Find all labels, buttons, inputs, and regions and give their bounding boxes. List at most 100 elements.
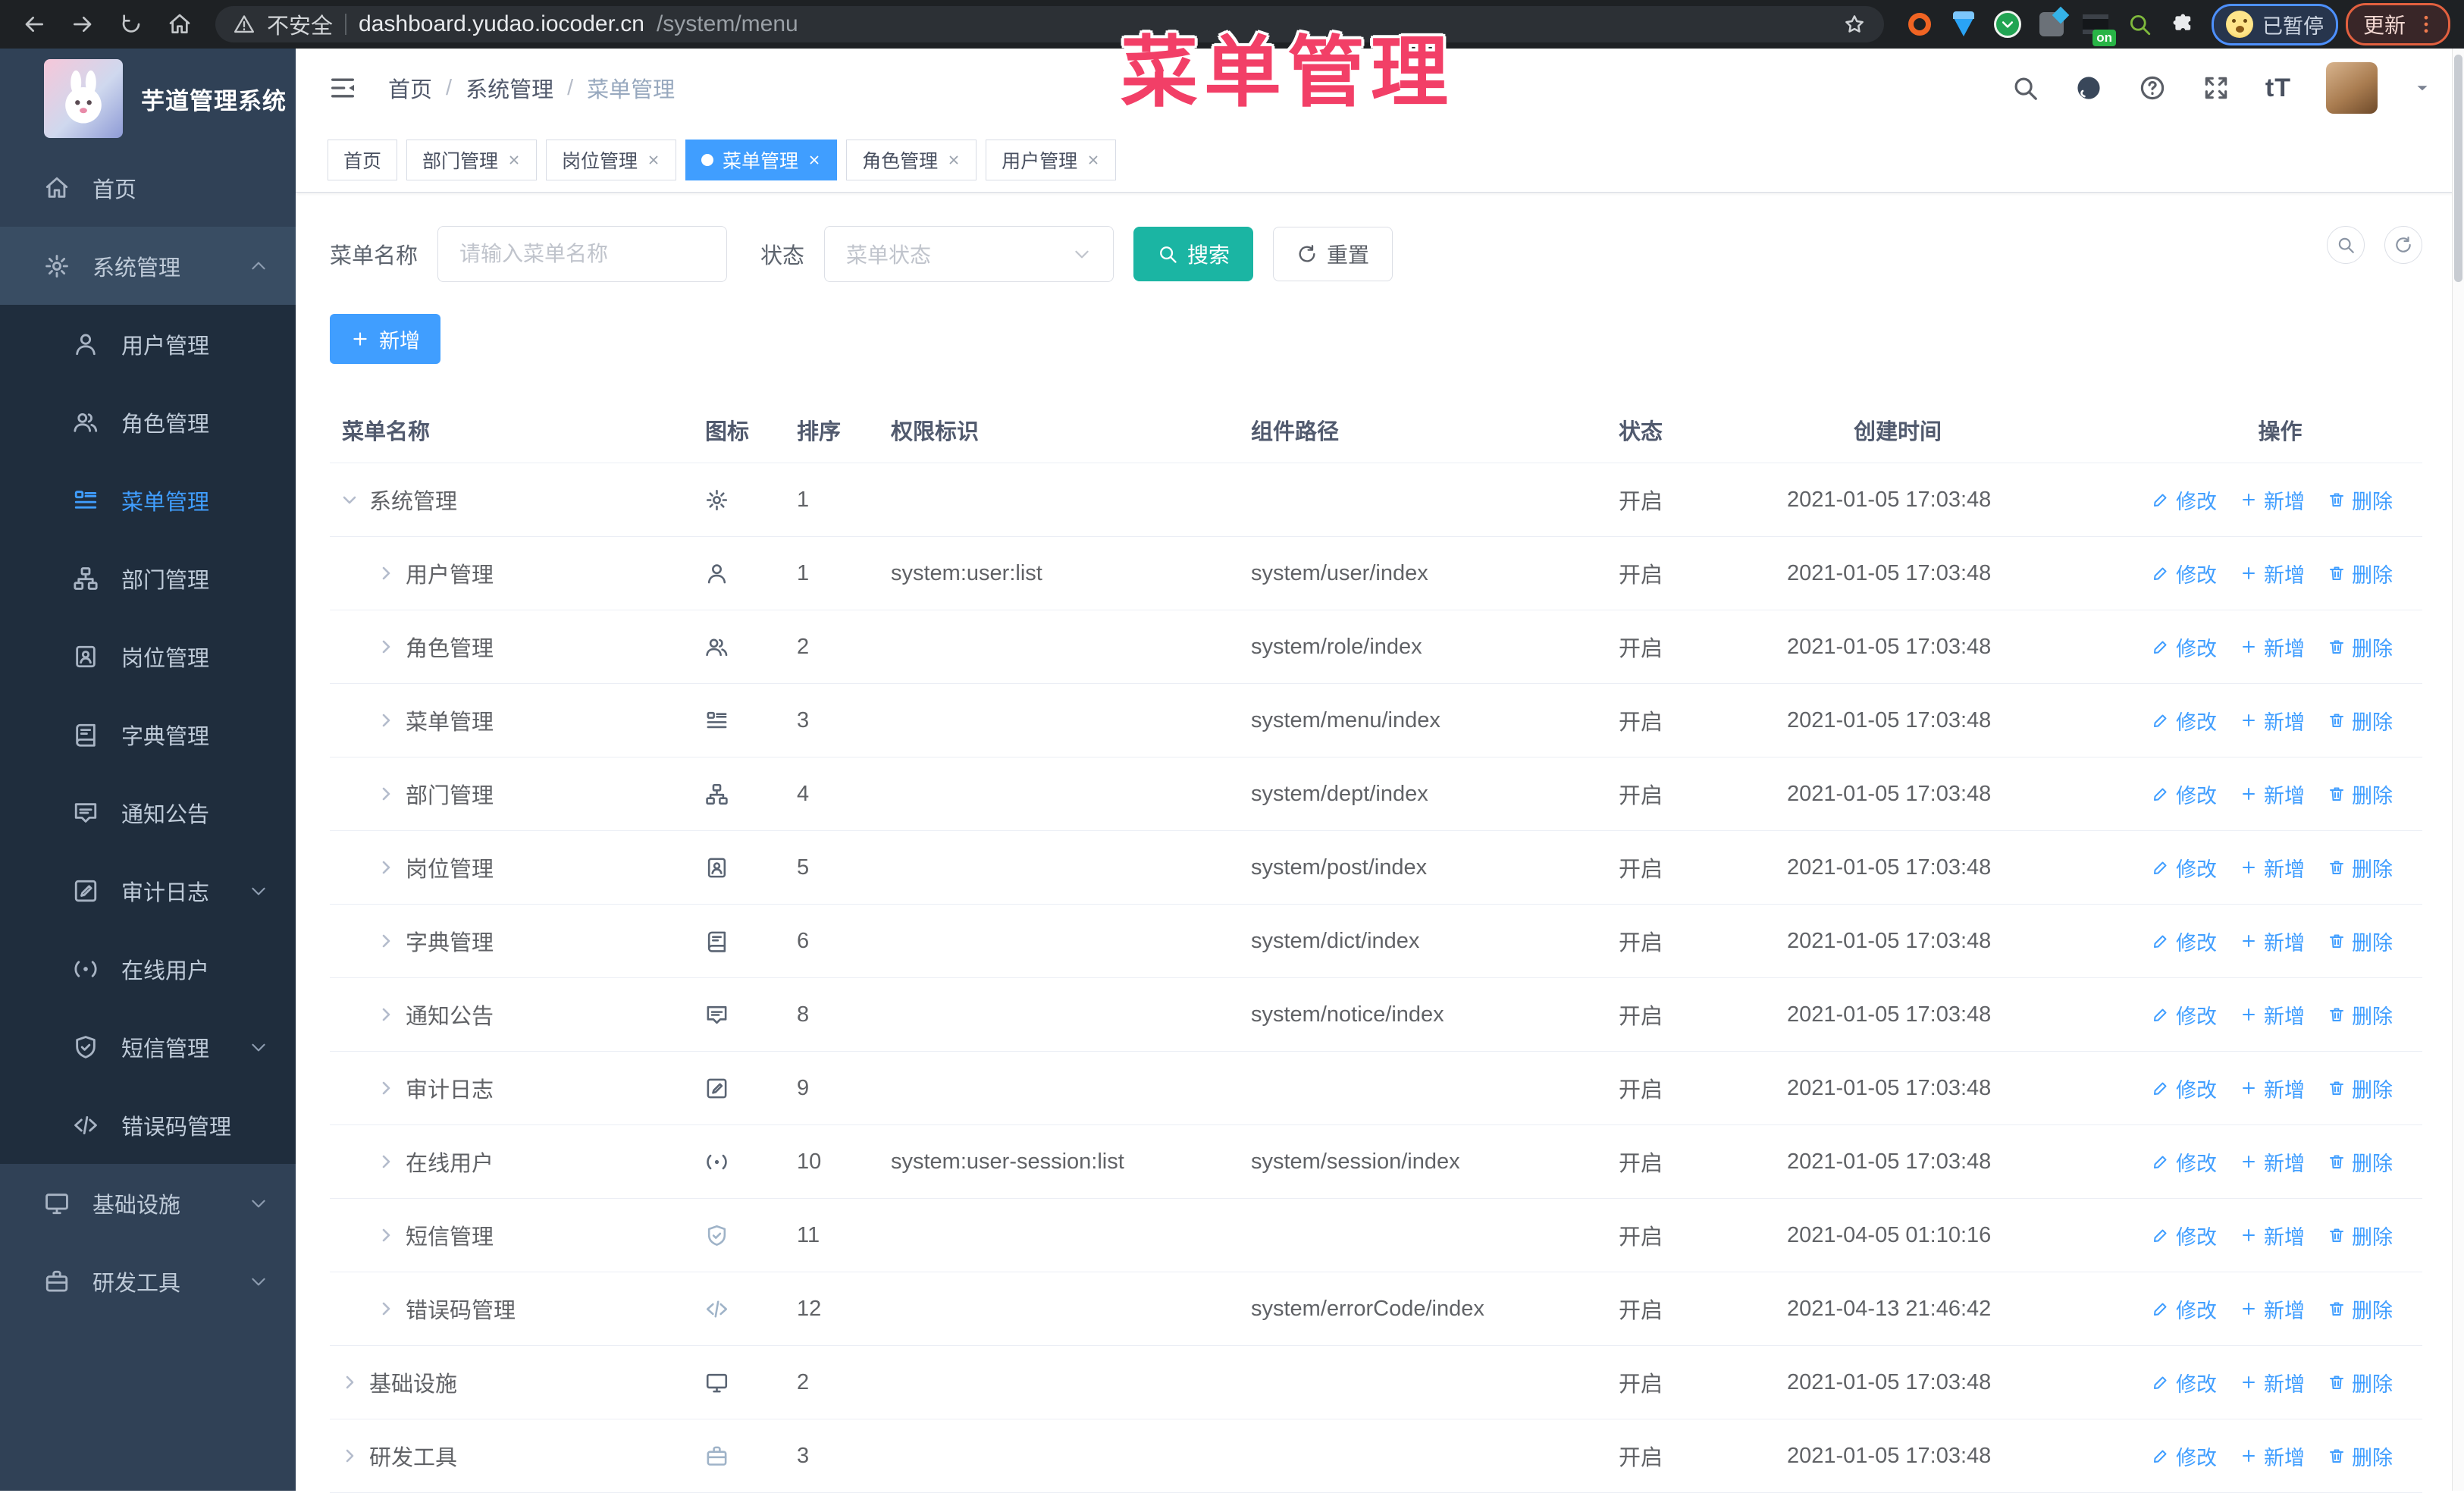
delete-link[interactable]: 删除 [2328,1147,2393,1177]
profile-paused-chip[interactable]: 已暂停 [2211,3,2338,45]
search-icon[interactable] [2011,74,2039,102]
close-icon[interactable] [647,153,660,167]
delete-link[interactable]: 删除 [2328,485,2393,515]
expand-row-icon[interactable] [340,1447,359,1465]
extension-green-key-icon[interactable] [2125,10,2154,39]
edit-link[interactable]: 修改 [2152,559,2217,588]
expand-row-icon[interactable] [377,932,395,950]
browser-update-button[interactable]: 更新 [2345,3,2450,45]
security-label[interactable]: 不安全 [267,8,333,40]
extensions-puzzle-icon[interactable] [2169,10,2198,39]
expand-row-icon[interactable] [377,638,395,656]
expand-row-icon[interactable] [377,1300,395,1318]
sidebar-item-dev-tools[interactable]: 研发工具 [0,1242,296,1320]
delete-link[interactable]: 删除 [2328,706,2393,736]
delete-link[interactable]: 删除 [2328,927,2393,956]
expand-row-icon[interactable] [377,1153,395,1171]
sidebar-item-menu-management[interactable]: 菜单管理 [0,461,296,539]
add-child-link[interactable]: 新增 [2240,1294,2305,1324]
browser-forward-icon[interactable] [62,4,103,45]
avatar-caret-icon[interactable] [2412,78,2432,98]
extension-grid-icon[interactable] [2037,10,2066,39]
sidebar-item-system-management[interactable]: 系统管理 [0,227,296,305]
delete-link[interactable]: 删除 [2328,1368,2393,1397]
edit-link[interactable]: 修改 [2152,1441,2217,1471]
delete-link[interactable]: 删除 [2328,632,2393,662]
expand-row-icon[interactable] [377,711,395,729]
expand-row-icon[interactable] [340,1373,359,1391]
add-child-link[interactable]: 新增 [2240,485,2305,515]
add-child-link[interactable]: 新增 [2240,706,2305,736]
edit-link[interactable]: 修改 [2152,706,2217,736]
fullscreen-icon[interactable] [2202,74,2230,102]
delete-link[interactable]: 删除 [2328,1221,2393,1250]
font-size-icon[interactable]: tT [2265,74,2291,103]
expand-row-icon[interactable] [377,1079,395,1097]
sidebar-item-sms-management[interactable]: 短信管理 [0,1008,296,1086]
add-child-link[interactable]: 新增 [2240,1221,2305,1250]
edit-link[interactable]: 修改 [2152,485,2217,515]
expand-row-icon[interactable] [377,564,395,582]
add-child-link[interactable]: 新增 [2240,853,2305,883]
sidebar-item-post-management[interactable]: 岗位管理 [0,617,296,695]
delete-link[interactable]: 删除 [2328,1294,2393,1324]
tab-post-management[interactable]: 岗位管理 [546,139,677,180]
tab-user-management[interactable]: 用户管理 [986,139,1117,180]
breadcrumb-system[interactable]: 系统管理 [466,72,553,104]
delete-link[interactable]: 删除 [2328,1000,2393,1030]
edit-link[interactable]: 修改 [2152,1221,2217,1250]
add-child-link[interactable]: 新增 [2240,927,2305,956]
close-icon[interactable] [1086,153,1100,167]
extension-orange-ring-icon[interactable] [1905,10,1934,39]
sidebar-item-role-management[interactable]: 角色管理 [0,383,296,461]
expand-row-icon[interactable] [377,785,395,803]
extension-proxy-icon[interactable]: on [2081,10,2116,46]
sidebar-item-home[interactable]: 首页 [0,149,296,227]
edit-link[interactable]: 修改 [2152,1294,2217,1324]
edit-link[interactable]: 修改 [2152,1147,2217,1177]
expand-row-icon[interactable] [377,858,395,877]
add-child-link[interactable]: 新增 [2240,1441,2305,1471]
sidebar-item-audit-log[interactable]: 审计日志 [0,852,296,930]
edit-link[interactable]: 修改 [2152,927,2217,956]
add-child-link[interactable]: 新增 [2240,1147,2305,1177]
sidebar-item-user-management[interactable]: 用户管理 [0,305,296,383]
extension-green-check-icon[interactable] [1993,10,2022,39]
page-scrollbar[interactable] [2452,49,2464,1491]
add-child-link[interactable]: 新增 [2240,1074,2305,1103]
sidebar-item-notice[interactable]: 通知公告 [0,773,296,852]
add-button[interactable]: 新增 [330,314,440,364]
close-icon[interactable] [507,153,521,167]
search-button[interactable]: 搜索 [1133,227,1254,281]
close-icon[interactable] [807,153,821,167]
menu-name-input[interactable] [437,226,728,282]
edit-link[interactable]: 修改 [2152,853,2217,883]
add-child-link[interactable]: 新增 [2240,632,2305,662]
delete-link[interactable]: 删除 [2328,779,2393,809]
extension-blue-gem-icon[interactable] [1949,10,1978,39]
user-avatar[interactable] [2326,62,2378,114]
edit-link[interactable]: 修改 [2152,779,2217,809]
add-child-link[interactable]: 新增 [2240,1368,2305,1397]
browser-reload-icon[interactable] [111,4,152,45]
edit-link[interactable]: 修改 [2152,1074,2217,1103]
tab-home[interactable]: 首页 [328,139,398,180]
edit-link[interactable]: 修改 [2152,1368,2217,1397]
tab-menu-management[interactable]: 菜单管理 [685,139,838,180]
sidebar-item-infrastructure[interactable]: 基础设施 [0,1164,296,1242]
sidebar-collapse-icon[interactable] [328,73,358,103]
edit-link[interactable]: 修改 [2152,632,2217,662]
collapse-row-icon[interactable] [340,491,359,509]
refresh-table-button[interactable] [2384,226,2422,264]
add-child-link[interactable]: 新增 [2240,1000,2305,1030]
breadcrumb-home[interactable]: 首页 [388,72,432,104]
edit-link[interactable]: 修改 [2152,1000,2217,1030]
sidebar-item-errorcode-management[interactable]: 错误码管理 [0,1086,296,1164]
sidebar-item-dept-management[interactable]: 部门管理 [0,539,296,617]
add-child-link[interactable]: 新增 [2240,559,2305,588]
reset-button[interactable]: 重置 [1273,227,1393,281]
close-icon[interactable] [947,153,961,167]
delete-link[interactable]: 删除 [2328,1441,2393,1471]
expand-row-icon[interactable] [377,1005,395,1024]
hide-search-button[interactable] [2327,226,2365,264]
